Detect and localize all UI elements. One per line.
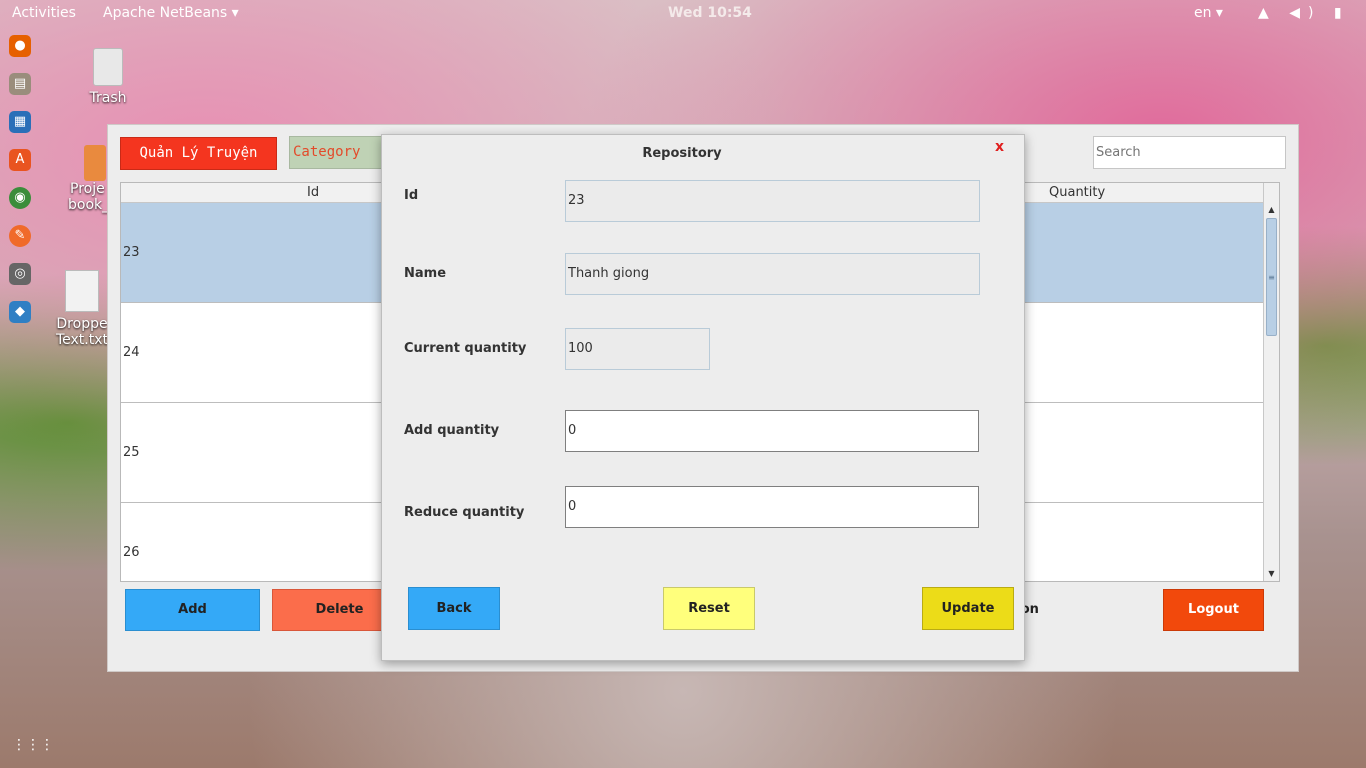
text-file-icon (65, 270, 99, 312)
app-menu[interactable]: Apache NetBeans ▾ (103, 5, 239, 21)
column-header-quantity[interactable]: Quantity (1049, 185, 1105, 200)
postman-icon[interactable]: ✎ (9, 225, 31, 247)
reduce-quantity-label: Reduce quantity (404, 505, 525, 520)
show-apps-icon[interactable]: ⋮⋮⋮ (12, 737, 54, 753)
cell-id: 25 (123, 445, 140, 460)
project-label-line1: Proje (70, 181, 105, 197)
language-selector[interactable]: en ▾ (1194, 5, 1223, 21)
scroll-up-arrow-icon[interactable]: ▲ (1264, 203, 1279, 217)
repository-dialog: Repository x Id 23 Name Thanh giong Curr… (381, 134, 1025, 661)
system-tray[interactable]: ▲ ◀) ▮ (1258, 5, 1350, 21)
name-field: Thanh giong (565, 253, 980, 295)
camera-icon[interactable]: ◎ (9, 263, 31, 285)
netbeans-icon[interactable]: ◆ (9, 301, 31, 323)
project-desktop-icon[interactable]: Proje book_ (62, 145, 110, 213)
activities-button[interactable]: Activities (12, 5, 76, 21)
current-quantity-label: Current quantity (404, 341, 527, 356)
scroll-thumb[interactable]: ≡ (1266, 218, 1277, 336)
software-icon[interactable]: A (9, 149, 31, 171)
project-label-line2: book_ (68, 197, 110, 213)
top-bar: Activities Apache NetBeans ▾ Wed 10:54 e… (0, 0, 1366, 27)
chrome-icon[interactable]: ◉ (9, 187, 31, 209)
dropped-label-line1: Droppe (56, 316, 108, 332)
firefox-icon[interactable]: ● (9, 35, 31, 57)
trash-desktop-icon[interactable]: Trash (78, 48, 138, 106)
add-button[interactable]: Add (125, 589, 260, 631)
add-quantity-input[interactable]: 0 (565, 410, 979, 452)
category-button[interactable]: Category (289, 136, 389, 169)
trash-label: Trash (89, 90, 127, 106)
reset-button[interactable]: Reset (663, 587, 755, 630)
clock[interactable]: Wed 10:54 (668, 5, 752, 21)
cell-id: 24 (123, 345, 140, 360)
trash-icon (93, 48, 123, 86)
cell-id: 26 (123, 545, 140, 560)
scroll-down-arrow-icon[interactable]: ▼ (1264, 567, 1279, 581)
writer-icon[interactable]: ▦ (9, 111, 31, 133)
dropped-label-line2: Text.txt (55, 332, 109, 348)
current-quantity-field: 100 (565, 328, 710, 370)
close-icon[interactable]: x (995, 139, 1004, 155)
vertical-scrollbar[interactable]: ▲ ≡ ▼ (1263, 183, 1279, 581)
folder-icon (84, 145, 106, 181)
dock: ● ▤ ▦ A ◉ ✎ ◎ ◆ ⋮⋮⋮ (0, 27, 54, 768)
app-title-button[interactable]: Quản Lý Truyện (120, 137, 277, 170)
dropped-text-desktop-icon[interactable]: Droppe Text.txt (50, 270, 114, 348)
files-icon[interactable]: ▤ (9, 73, 31, 95)
add-quantity-label: Add quantity (404, 423, 500, 438)
id-label: Id (404, 188, 419, 203)
id-field: 23 (565, 180, 980, 222)
dialog-title: Repository (642, 146, 722, 161)
column-header-id[interactable]: Id (307, 185, 319, 200)
cell-id: 23 (123, 245, 140, 260)
reduce-quantity-input[interactable]: 0 (565, 486, 979, 528)
update-button[interactable]: Update (922, 587, 1014, 630)
search-input[interactable] (1093, 136, 1286, 169)
logout-button[interactable]: Logout (1163, 589, 1264, 631)
name-label: Name (404, 266, 447, 281)
back-button[interactable]: Back (408, 587, 500, 630)
